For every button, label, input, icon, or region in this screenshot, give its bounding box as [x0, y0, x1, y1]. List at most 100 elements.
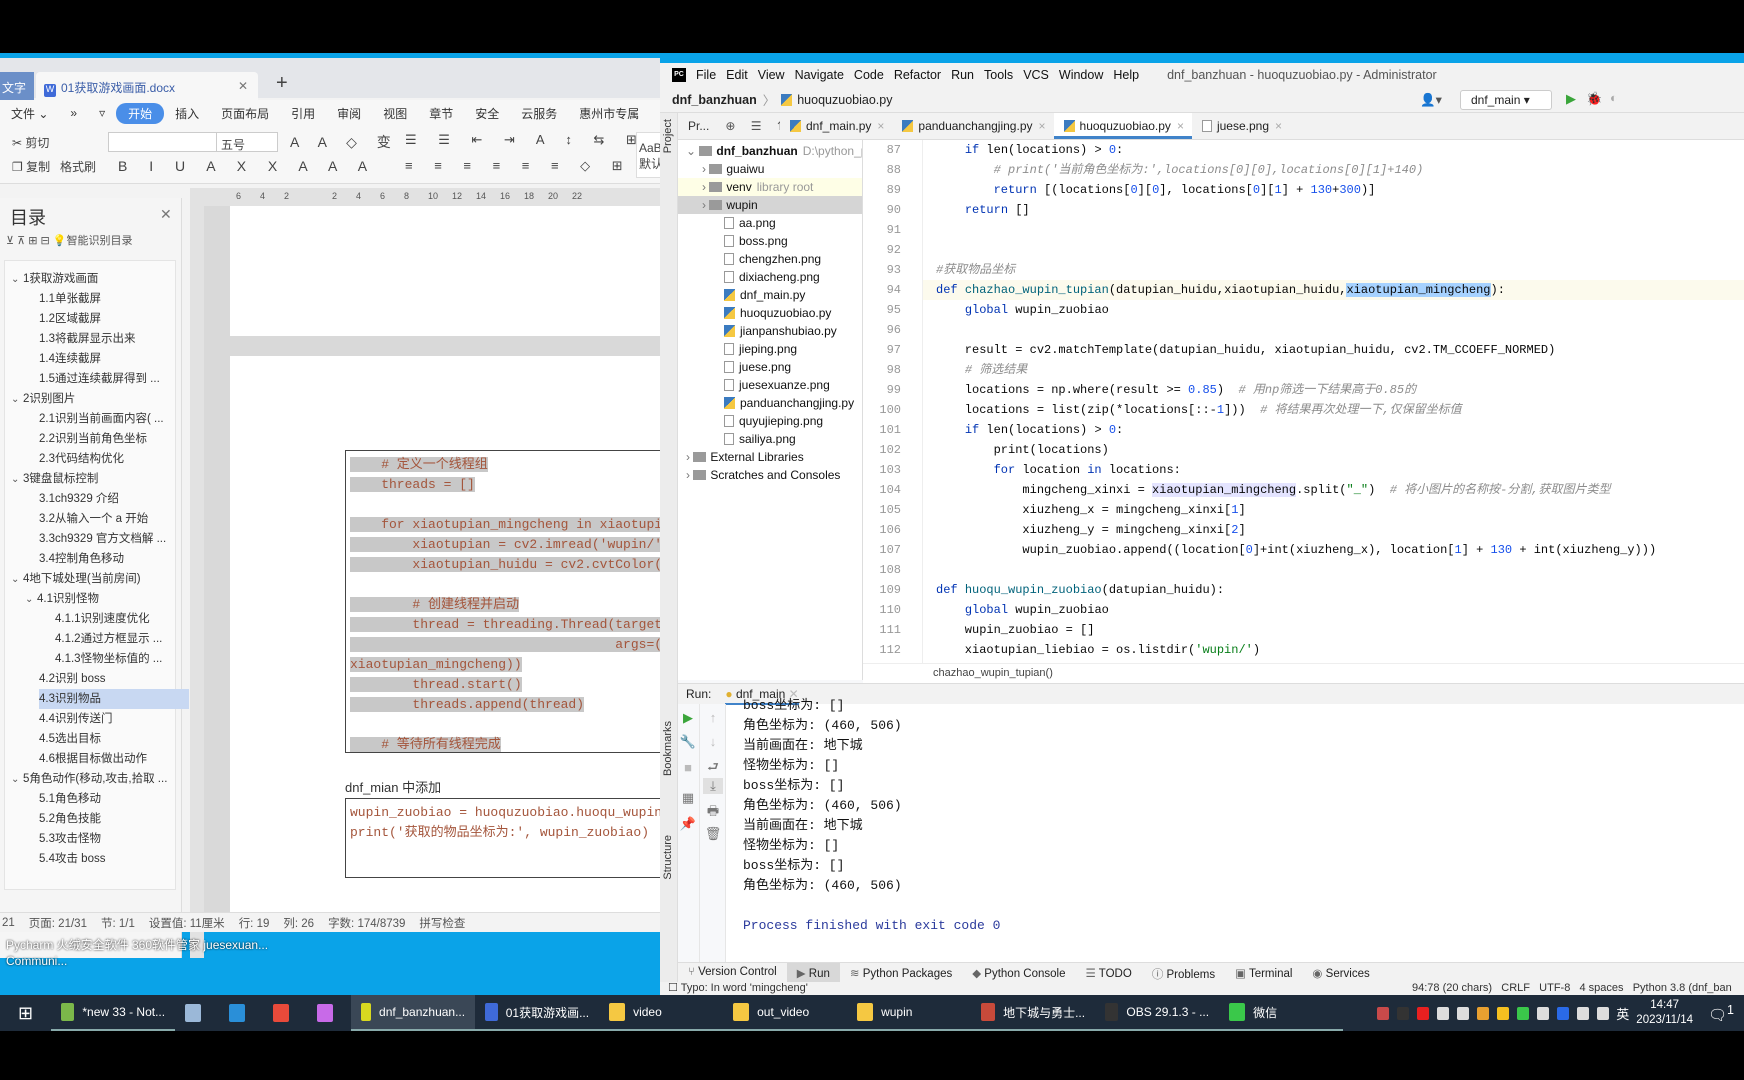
tree-item[interactable]: aa.png	[678, 214, 776, 232]
toc-item[interactable]: 1.3将截屏显示出来	[39, 329, 199, 349]
tree-item[interactable]: ⌄ dnf_banzhuan D:\python_p	[678, 142, 862, 160]
menu-item[interactable]: 插入	[164, 105, 210, 122]
menu-item[interactable]: 引用	[280, 105, 326, 122]
toc-item[interactable]: 1.5通过连续截屏得到 ...	[39, 369, 199, 389]
toc-item[interactable]: 4.4识别传送门	[39, 709, 199, 729]
menu-edit[interactable]: Edit	[726, 68, 748, 82]
project-tool-button[interactable]: Project	[662, 119, 674, 153]
toc-item[interactable]: 2.2识别当前角色坐标	[39, 429, 199, 449]
taskbar-item[interactable]	[307, 995, 351, 1031]
smart-toc-button[interactable]: 智能识别目录	[66, 235, 132, 247]
toc-item[interactable]: 3.1ch9329 介绍	[39, 489, 199, 509]
cut-button[interactable]: ✂ 剪切	[12, 134, 49, 151]
breadcrumb-file[interactable]: huoquzuobiao.py	[797, 93, 892, 107]
copy-button[interactable]: ❐ 复制	[12, 158, 50, 175]
chevron-right-icon[interactable]: ›	[702, 198, 709, 212]
menu-item[interactable]: ▿	[88, 106, 116, 120]
tree-item[interactable]: dixiacheng.png	[678, 268, 820, 286]
code-line[interactable]: result = cv2.matchTemplate(datupian_huid…	[936, 340, 1556, 360]
tree-item[interactable]: juese.png	[678, 358, 791, 376]
breadcrumb-project[interactable]: dnf_banzhuan	[672, 93, 757, 107]
code-editor[interactable]: 87 88 89 90 91 92 93 94 95 96 97 98 99 100 101 102 103 10…	[863, 140, 1744, 663]
taskbar-item[interactable]: wupin	[847, 995, 972, 1031]
menu-vcs[interactable]: VCS	[1023, 68, 1049, 82]
status-right[interactable]: 94:78 (20 chars) CRLF UTF-8 4 spaces Pyt…	[1412, 982, 1732, 995]
code-line[interactable]: locations = np.where(result >= 0.85) # 用…	[936, 380, 1416, 400]
run-icon[interactable]: ▶	[1566, 91, 1576, 107]
taskbar-item[interactable]: *new 33 - Not...	[51, 995, 176, 1031]
code-line[interactable]: def chazhao_wupin_tupian(datupian_huidu,…	[923, 280, 1744, 300]
notification-icon[interactable]: 🗨1	[1708, 1003, 1734, 1024]
app-tab[interactable]: 文字	[0, 72, 34, 100]
tree-item[interactable]: huoquzuobiao.py	[678, 304, 831, 322]
menu-item[interactable]: 章节	[418, 105, 464, 122]
toc-item[interactable]: 5.3攻击怪物	[39, 829, 199, 849]
taskbar-item[interactable]: video	[599, 995, 724, 1031]
menu-file[interactable]: File	[696, 68, 716, 82]
spell-check-button[interactable]: 拼写检查	[419, 915, 465, 931]
taskbar-item[interactable]	[219, 995, 263, 1031]
menu-help[interactable]: Help	[1113, 68, 1139, 82]
chevron-right-icon[interactable]: ›	[702, 162, 709, 176]
chevron-down-icon[interactable]: ⌄	[11, 570, 23, 589]
toc-item[interactable]: 4.6根据目标做出动作	[39, 749, 199, 769]
tree-item[interactable]: juesexuanze.png	[678, 376, 830, 394]
chevron-right-icon[interactable]: ›	[702, 180, 709, 194]
toc-item[interactable]: ⌄ 5角色动作(移动,攻击,拾取 ...	[11, 769, 171, 789]
run-config-select[interactable]: dnf_main ▾	[1460, 90, 1552, 110]
toc-item[interactable]: 3.3ch9329 官方文档解 ...	[39, 529, 199, 549]
font-size-select[interactable]: 五号	[216, 132, 278, 152]
code-block[interactable]: wupin_zuobiao = huoquzuobiao.huoqu_wupin…	[345, 798, 660, 878]
code-line[interactable]: global wupin_zuobiao	[936, 600, 1109, 620]
menu-item[interactable]: 云服务	[510, 105, 568, 122]
taskbar-item[interactable]: 01获取游戏画...	[475, 995, 600, 1031]
editor-tab[interactable]: juese.png ×	[1192, 113, 1290, 139]
code-line[interactable]: xiuzheng_y = mingcheng_xinxi[2]	[936, 520, 1245, 540]
toc-item[interactable]: 1.1单张截屏	[39, 289, 199, 309]
chevron-right-icon[interactable]: ›	[686, 468, 693, 482]
code-block[interactable]: # 定义一个线程组 threads = [] for xiaotupian_mi…	[345, 450, 660, 753]
menu-item[interactable]: 开始	[116, 102, 165, 124]
code-line[interactable]: global wupin_zuobiao	[936, 300, 1109, 320]
tool-tab-services[interactable]: ◉ Services	[1302, 963, 1379, 982]
tool-tab-python-console[interactable]: ◆ Python Console	[962, 963, 1075, 982]
font-size-buttons[interactable]: A A ◇ 变	[290, 132, 399, 152]
editor-tab[interactable]: dnf_main.py ×	[780, 113, 892, 139]
toc-item[interactable]: ⌄ 4.1识别怪物	[25, 589, 185, 609]
tray-app-icon[interactable]	[1437, 1006, 1450, 1020]
tool-tab-run[interactable]: ▶ Run	[786, 963, 840, 982]
toc-item[interactable]: ⌄ 2识别图片	[11, 389, 171, 409]
tray-app-icon[interactable]	[1457, 1006, 1470, 1020]
typo-status[interactable]: ☐ Typo: In word 'mingcheng'	[668, 982, 808, 995]
taskbar-item[interactable]: dnf_banzhuan...	[351, 995, 476, 1031]
tool-tab-problems[interactable]: ⓘ Problems	[1142, 963, 1225, 982]
close-icon[interactable]: ×	[1275, 119, 1282, 133]
toc-item[interactable]: 5.1角色移动	[39, 789, 199, 809]
toc-item[interactable]: 1.4连续截屏	[39, 349, 199, 369]
code-line[interactable]: for location in locations:	[936, 460, 1181, 480]
vertical-ruler[interactable]	[190, 206, 204, 958]
font-name-select[interactable]	[108, 132, 220, 152]
tray-app-icon[interactable]	[1497, 1006, 1510, 1020]
code-line[interactable]: return [(locations[0][0], locations[0][1…	[936, 180, 1376, 200]
tray-app-icon[interactable]	[1597, 1006, 1610, 1020]
toc-item[interactable]: ⌄ 3键盘鼠标控制	[11, 469, 171, 489]
user-icon[interactable]: 👤▾	[1420, 92, 1442, 108]
align-buttons[interactable]: ≡ ≡ ≡ ≡ ≡ ≡ ◇ ⊞	[405, 158, 632, 174]
toc-item[interactable]: 5.2角色技能	[39, 809, 199, 829]
project-view-select[interactable]: Pr...	[688, 119, 709, 133]
start-button[interactable]: ⊞	[0, 995, 51, 1031]
tray-app-icon[interactable]	[1397, 1006, 1410, 1020]
chevron-down-icon[interactable]: ⌄	[25, 590, 37, 609]
tree-item[interactable]: › wupin	[678, 196, 862, 214]
menu-code[interactable]: Code	[854, 68, 884, 82]
taskbar-item[interactable]: OBS 29.1.3 - ...	[1095, 995, 1220, 1031]
close-icon[interactable]: ✕	[238, 79, 248, 93]
code-line[interactable]: mingcheng_xinxi = xiaotupian_mingcheng.s…	[936, 480, 1611, 500]
tray-icons[interactable]	[1377, 1006, 1610, 1020]
toc-tool-buttons[interactable]: ⊻ ⊼ ⊞ ⊟	[6, 235, 53, 247]
tree-item[interactable]: › guaiwu	[678, 160, 764, 178]
menu-item[interactable]: 页面布局	[210, 105, 280, 122]
code-line[interactable]: # print('当前角色坐标为:',locations[0][0],locat…	[936, 160, 1424, 180]
tree-item[interactable]: quyujieping.png	[678, 412, 823, 430]
